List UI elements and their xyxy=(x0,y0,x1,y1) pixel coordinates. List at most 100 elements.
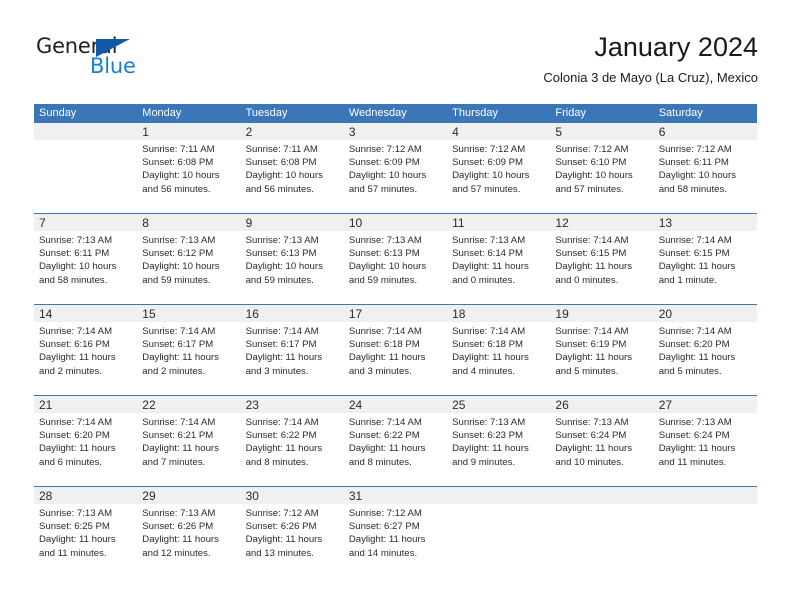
daylight-text-line1: Daylight: 11 hours xyxy=(142,443,219,455)
calendar-day-cell[interactable]: 23 Sunrise: 7:14 AM Sunset: 6:22 PM Dayligh… xyxy=(240,396,344,486)
sunrise-text: Sunrise: 7:14 AM xyxy=(658,235,732,246)
calendar-day-cell[interactable]: 25 Sunrise: 7:13 AM Sunset: 6:23 PM Dayligh… xyxy=(447,396,551,486)
day-number: 2 xyxy=(245,125,253,139)
calendar-day-cell[interactable]: 2 Sunrise: 7:11 AM Sunset: 6:08 PM Daylight… xyxy=(240,123,344,213)
sunrise-text: Sunrise: 7:13 AM xyxy=(245,235,319,246)
sunrise-text: Sunrise: 7:14 AM xyxy=(142,326,216,337)
day-number-band: 14 xyxy=(34,305,138,322)
calendar-week-row: 28 Sunrise: 7:13 AM Sunset: 6:25 PM Dayligh… xyxy=(34,486,757,577)
calendar-day-cell[interactable]: 21 Sunrise: 7:14 AM Sunset: 6:20 PM Dayligh… xyxy=(34,396,138,486)
calendar-day-cell[interactable]: 31 Sunrise: 7:12 AM Sunset: 6:27 PM Dayligh… xyxy=(343,487,448,577)
calendar-day-cell[interactable]: 30 Sunrise: 7:12 AM Sunset: 6:26 PM Dayligh… xyxy=(240,487,344,577)
title-block: January 2024 Colonia 3 de Mayo (La Cruz)… xyxy=(543,30,758,88)
day-number: 19 xyxy=(555,307,569,321)
daylight-text-line2: and 58 minutes. xyxy=(39,274,108,286)
calendar-day-cell[interactable]: 19 Sunrise: 7:14 AM Sunset: 6:19 PM Dayligh… xyxy=(550,305,654,395)
calendar-day-cell[interactable]: 13 Sunrise: 7:14 AM Sunset: 6:15 PM Dayligh… xyxy=(653,214,757,304)
sunset-text: Sunset: 6:11 PM xyxy=(39,248,110,260)
calendar-day-cell[interactable]: 16 Sunrise: 7:14 AM Sunset: 6:17 PM Dayligh… xyxy=(240,305,344,395)
day-sun-info: Sunrise: 7:12 AM Sunset: 6:09 PM Daylight:… xyxy=(344,140,447,196)
day-number: 13 xyxy=(658,216,673,230)
day-sun-info: Sunrise: 7:11 AM Sunset: 6:08 PM Daylight:… xyxy=(241,140,344,196)
sunrise-text: Sunrise: 7:14 AM xyxy=(245,417,319,428)
day-number-band: 19 xyxy=(550,305,654,322)
calendar-day-cell[interactable]: 28 Sunrise: 7:13 AM Sunset: 6:25 PM Dayligh… xyxy=(34,487,138,577)
calendar-day-cell[interactable]: 22 Sunrise: 7:14 AM Sunset: 6:21 PM Dayligh… xyxy=(137,396,241,486)
calendar-day-cell[interactable]: 12 Sunrise: 7:14 AM Sunset: 6:15 PM Dayligh… xyxy=(550,214,654,304)
sunset-text: Sunset: 6:24 PM xyxy=(658,430,730,442)
day-number: 11 xyxy=(452,216,465,230)
day-sun-info: Sunrise: 7:13 AM Sunset: 6:24 PM Daylight:… xyxy=(550,413,653,469)
day-number: 20 xyxy=(658,307,673,321)
weekday-header-thursday: Thursday xyxy=(452,107,498,119)
sunrise-text: Sunrise: 7:14 AM xyxy=(39,326,113,337)
sunset-text: Sunset: 6:08 PM xyxy=(245,157,317,169)
day-number-band: 16 xyxy=(240,305,344,322)
sunrise-text: Sunrise: 7:14 AM xyxy=(39,417,113,428)
day-number: 16 xyxy=(245,307,259,321)
calendar-day-cell[interactable]: 20 Sunrise: 7:14 AM Sunset: 6:20 PM Dayligh… xyxy=(653,305,757,395)
day-number-band: 15 xyxy=(137,305,241,322)
day-number-band: 8 xyxy=(137,214,241,231)
day-sun-info: Sunrise: 7:12 AM Sunset: 6:09 PM Daylight:… xyxy=(447,140,550,196)
calendar-day-cell[interactable]: 18 Sunrise: 7:14 AM Sunset: 6:18 PM Dayligh… xyxy=(447,305,551,395)
daylight-text-line2: and 0 minutes. xyxy=(555,274,619,286)
sunset-text: Sunset: 6:09 PM xyxy=(452,157,524,169)
daylight-text-line2: and 56 minutes. xyxy=(142,183,211,195)
calendar-day-cell-empty xyxy=(34,123,138,213)
day-number: 4 xyxy=(452,125,459,139)
day-number: 28 xyxy=(39,489,53,503)
calendar-day-cell[interactable]: 14 Sunrise: 7:14 AM Sunset: 6:16 PM Dayligh… xyxy=(34,305,138,395)
calendar-day-cell[interactable]: 10 Sunrise: 7:13 AM Sunset: 6:13 PM Dayligh… xyxy=(343,214,448,304)
calendar-weeks: 1 Sunrise: 7:11 AM Sunset: 6:08 PM Daylight… xyxy=(34,123,757,577)
sunrise-text: Sunrise: 7:12 AM xyxy=(348,508,422,519)
sunrise-text: Sunrise: 7:13 AM xyxy=(452,235,526,246)
calendar-day-cell[interactable]: 29 Sunrise: 7:13 AM Sunset: 6:26 PM Dayligh… xyxy=(137,487,241,577)
sunset-text: Sunset: 6:09 PM xyxy=(348,157,420,169)
sunset-text: Sunset: 6:17 PM xyxy=(142,339,214,351)
calendar-week-row: 14 Sunrise: 7:14 AM Sunset: 6:16 PM Dayligh… xyxy=(34,304,757,395)
calendar-day-cell[interactable]: 27 Sunrise: 7:13 AM Sunset: 6:24 PM Dayligh… xyxy=(653,396,757,486)
daylight-text-line2: and 2 minutes. xyxy=(39,365,102,377)
weekday-header-sunday: Sunday xyxy=(39,107,77,119)
daylight-text-line2: and 10 minutes. xyxy=(555,456,624,468)
daylight-text-line2: and 2 minutes. xyxy=(142,365,206,377)
sunrise-text: Sunrise: 7:13 AM xyxy=(555,417,629,428)
calendar-day-cell[interactable]: 6 Sunrise: 7:12 AM Sunset: 6:11 PM Daylight… xyxy=(653,123,757,213)
day-number: 22 xyxy=(142,398,156,412)
day-number: 12 xyxy=(555,216,569,230)
day-number: 6 xyxy=(658,125,666,139)
calendar-day-cell[interactable]: 4 Sunrise: 7:12 AM Sunset: 6:09 PM Daylight… xyxy=(447,123,551,213)
sunrise-text: Sunrise: 7:14 AM xyxy=(452,326,526,337)
general-blue-logo[interactable]: General Blue xyxy=(34,34,214,88)
day-number: 1 xyxy=(142,125,149,139)
day-number: 24 xyxy=(348,398,363,412)
daylight-text-line1: Daylight: 10 hours xyxy=(245,261,323,273)
calendar-day-cell[interactable]: 5 Sunrise: 7:12 AM Sunset: 6:10 PM Daylight… xyxy=(550,123,654,213)
calendar-day-cell[interactable]: 8 Sunrise: 7:13 AM Sunset: 6:12 PM Daylight… xyxy=(137,214,241,304)
sunset-text: Sunset: 6:27 PM xyxy=(348,521,420,533)
weekday-header-wednesday: Wednesday xyxy=(348,107,407,119)
calendar-day-cell[interactable]: 24 Sunrise: 7:14 AM Sunset: 6:22 PM Dayligh… xyxy=(343,396,448,486)
day-number-band: 24 xyxy=(343,396,448,413)
calendar-day-cell[interactable]: 15 Sunrise: 7:14 AM Sunset: 6:17 PM Dayligh… xyxy=(137,305,241,395)
sunrise-text: Sunrise: 7:14 AM xyxy=(555,235,629,246)
day-number: 8 xyxy=(142,216,149,230)
calendar-day-cell[interactable]: 11 Sunrise: 7:13 AM Sunset: 6:14 PM Dayligh… xyxy=(447,214,551,304)
day-number-band: 10 xyxy=(343,214,448,231)
sunrise-text: Sunrise: 7:13 AM xyxy=(658,417,732,428)
calendar-week-row: 21 Sunrise: 7:14 AM Sunset: 6:20 PM Dayligh… xyxy=(34,395,757,486)
calendar-day-cell[interactable]: 26 Sunrise: 7:13 AM Sunset: 6:24 PM Dayligh… xyxy=(550,396,654,486)
sunrise-text: Sunrise: 7:13 AM xyxy=(39,508,113,519)
day-number-band: 21 xyxy=(34,396,138,413)
daylight-text-line2: and 3 minutes. xyxy=(245,365,309,377)
day-number: 15 xyxy=(142,307,156,321)
calendar-day-cell[interactable]: 17 Sunrise: 7:14 AM Sunset: 6:18 PM Dayligh… xyxy=(343,305,448,395)
calendar-day-cell[interactable]: 7 Sunrise: 7:13 AM Sunset: 6:11 PM Daylight… xyxy=(34,214,138,304)
calendar-day-cell[interactable]: 3 Sunrise: 7:12 AM Sunset: 6:09 PM Daylight… xyxy=(343,123,448,213)
calendar-day-cell[interactable]: 9 Sunrise: 7:13 AM Sunset: 6:13 PM Daylight… xyxy=(240,214,344,304)
day-number: 27 xyxy=(658,398,673,412)
sunrise-text: Sunrise: 7:13 AM xyxy=(452,417,526,428)
calendar-day-cell[interactable]: 1 Sunrise: 7:11 AM Sunset: 6:08 PM Daylight… xyxy=(137,123,241,213)
daylight-text-line1: Daylight: 11 hours xyxy=(555,443,633,455)
